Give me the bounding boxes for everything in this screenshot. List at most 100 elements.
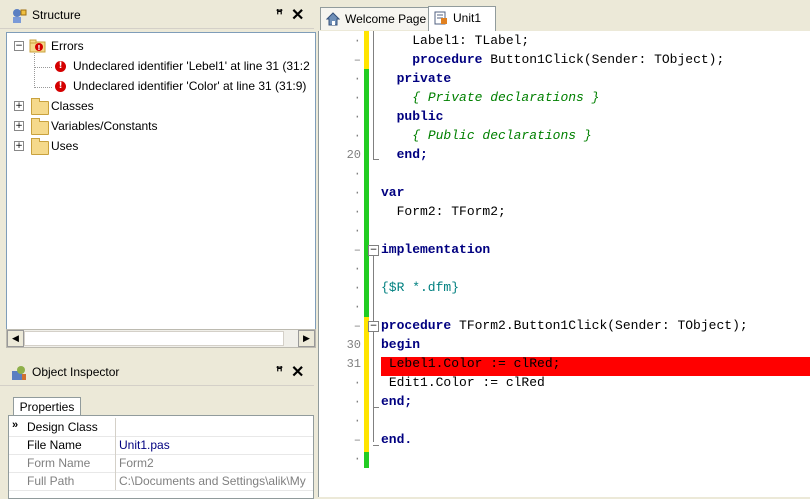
gutter-dot: · xyxy=(353,186,361,200)
gutter-dot: · xyxy=(353,72,361,86)
tree-node-error-1[interactable]: Undeclared identifier 'Lebel1' at line 3… xyxy=(73,57,310,75)
pin-icon[interactable]: ꟸ xyxy=(276,7,283,21)
structure-title: Structure xyxy=(32,8,81,22)
fold-line xyxy=(373,332,374,442)
property-row[interactable]: File Name Unit1.pas xyxy=(9,436,313,455)
keyword: end; xyxy=(381,394,413,409)
code-line[interactable]: public xyxy=(381,107,444,126)
gutter-dot: · xyxy=(353,376,361,390)
tree-line xyxy=(34,87,52,88)
code-line[interactable]: Form2: TForm2; xyxy=(381,202,506,221)
property-key: File Name xyxy=(27,438,82,452)
code-text: TForm2.Button1Click(Sender: TObject); xyxy=(451,318,748,333)
fold-toggle-implementation[interactable]: − xyxy=(368,245,379,256)
code-line[interactable]: procedure TForm2.Button1Click(Sender: TO… xyxy=(381,316,748,335)
property-key: Full Path xyxy=(27,474,75,488)
line-number-31: 31 xyxy=(346,357,361,371)
code-line[interactable]: {$R *.dfm} xyxy=(381,278,459,297)
folder-icon xyxy=(31,118,49,135)
fold-line xyxy=(373,31,374,159)
gutter-dot: · xyxy=(353,224,361,238)
tree-line xyxy=(34,53,35,88)
property-row[interactable]: Form Name Form2 xyxy=(9,454,313,473)
close-icon[interactable]: ✕ xyxy=(291,5,304,25)
code-line[interactable]: Edit1.Color := clRed xyxy=(381,373,545,392)
close-icon[interactable]: ✕ xyxy=(291,362,304,382)
code-line[interactable]: { Public declarations } xyxy=(381,126,592,145)
gutter-dash: – xyxy=(353,319,361,333)
folder-icon xyxy=(31,138,49,155)
fold-toggle-procedure[interactable]: − xyxy=(368,321,379,332)
tree-node-uses[interactable]: Uses xyxy=(51,137,78,155)
code-line-error[interactable]: Lebel1.Color := clRed; xyxy=(381,354,561,373)
collapse-toggle-errors[interactable]: − xyxy=(14,41,24,51)
code-editor[interactable]: · – · · · · 20 · · · · – · · · – 30 31 ·… xyxy=(318,31,810,497)
line-gutter: · – · · · · 20 · · · · – · · · – 30 31 ·… xyxy=(319,31,361,497)
code-line[interactable]: procedure Button1Click(Sender: TObject); xyxy=(381,50,724,69)
errors-folder-icon: ! xyxy=(29,39,46,53)
code-text: Form2: TForm2; xyxy=(396,204,506,219)
tab-unit1[interactable]: Unit1 xyxy=(428,6,496,31)
tree-node-errors[interactable]: Errors xyxy=(51,37,84,55)
expand-toggle-uses[interactable]: + xyxy=(14,141,24,151)
code-line[interactable]: begin xyxy=(381,335,420,354)
divider xyxy=(115,436,116,454)
keyword: var xyxy=(381,185,405,200)
structure-horizontal-scrollbar[interactable]: ◀ ▶ xyxy=(6,329,316,348)
gutter-dot: · xyxy=(353,205,361,219)
fold-end xyxy=(373,159,379,160)
scrollbar-thumb[interactable] xyxy=(24,331,284,346)
object-inspector-icon xyxy=(12,366,26,380)
tab-properties[interactable]: Properties xyxy=(13,397,81,416)
keyword: procedure xyxy=(381,318,452,333)
code-line[interactable]: private xyxy=(381,69,452,88)
code-line[interactable]: implementation xyxy=(381,240,490,259)
comment: { Public declarations } xyxy=(412,128,592,143)
tree-node-error-2[interactable]: Undeclared identifier 'Color' at line 31… xyxy=(73,77,306,95)
code-line[interactable]: end; xyxy=(381,392,412,411)
tab-label: Welcome Page xyxy=(345,12,427,26)
line-number-20: 20 xyxy=(346,148,361,162)
code-line[interactable]: var xyxy=(381,183,404,202)
code-text: Label1: TLabel; xyxy=(412,33,530,48)
tab-label: Unit1 xyxy=(453,11,482,25)
gutter-dot: · xyxy=(353,91,361,105)
keyword: private xyxy=(396,71,452,86)
property-grid[interactable]: » Design Class File Name Unit1.pas Form … xyxy=(8,415,314,499)
fold-end xyxy=(373,407,379,408)
tree-line xyxy=(34,67,52,68)
expand-toggle-variables[interactable]: + xyxy=(14,121,24,131)
property-row[interactable]: » Design Class xyxy=(9,418,313,437)
gutter-dot: · xyxy=(353,110,361,124)
pin-icon[interactable]: ꟸ xyxy=(276,364,283,378)
property-key: Design Class xyxy=(27,420,98,434)
code-line[interactable]: { Private declarations } xyxy=(381,88,599,107)
structure-tree[interactable]: − ! Errors ! Undeclared identifier 'Lebe… xyxy=(6,32,316,330)
code-text: Edit1.Color := clRed xyxy=(388,375,545,390)
tree-node-classes[interactable]: Classes xyxy=(51,97,94,115)
property-key: Form Name xyxy=(27,456,91,470)
expand-toggle-classes[interactable]: + xyxy=(14,101,24,111)
code-line[interactable]: end. xyxy=(381,430,412,449)
code-line[interactable]: end; xyxy=(381,145,428,164)
gutter-dot: · xyxy=(353,395,361,409)
keyword: begin xyxy=(381,337,421,352)
error-icon: ! xyxy=(55,81,66,92)
property-value[interactable]: Unit1.pas xyxy=(119,438,170,452)
scroll-right-button[interactable]: ▶ xyxy=(298,330,315,347)
keyword: end. xyxy=(381,432,413,447)
structure-icon xyxy=(13,9,27,23)
tree-node-variables-constants[interactable]: Variables/Constants xyxy=(51,117,158,135)
scroll-left-button[interactable]: ◀ xyxy=(7,330,24,347)
modified-line-bar xyxy=(364,31,369,69)
fold-end xyxy=(373,445,379,446)
code-line[interactable]: Label1: TLabel; xyxy=(381,31,529,50)
expand-arrow-icon[interactable]: » xyxy=(12,419,18,431)
line-number-30: 30 xyxy=(346,338,361,352)
property-row[interactable]: Full Path C:\Documents and Settings\alik… xyxy=(9,472,313,491)
editor-tab-bar: Welcome Page Unit1 xyxy=(318,5,810,31)
code-text: Lebel1.Color := clRed; xyxy=(388,356,561,371)
folder-icon xyxy=(31,98,49,115)
tab-welcome-page[interactable]: Welcome Page xyxy=(320,7,430,30)
keyword: implementation xyxy=(381,242,491,257)
